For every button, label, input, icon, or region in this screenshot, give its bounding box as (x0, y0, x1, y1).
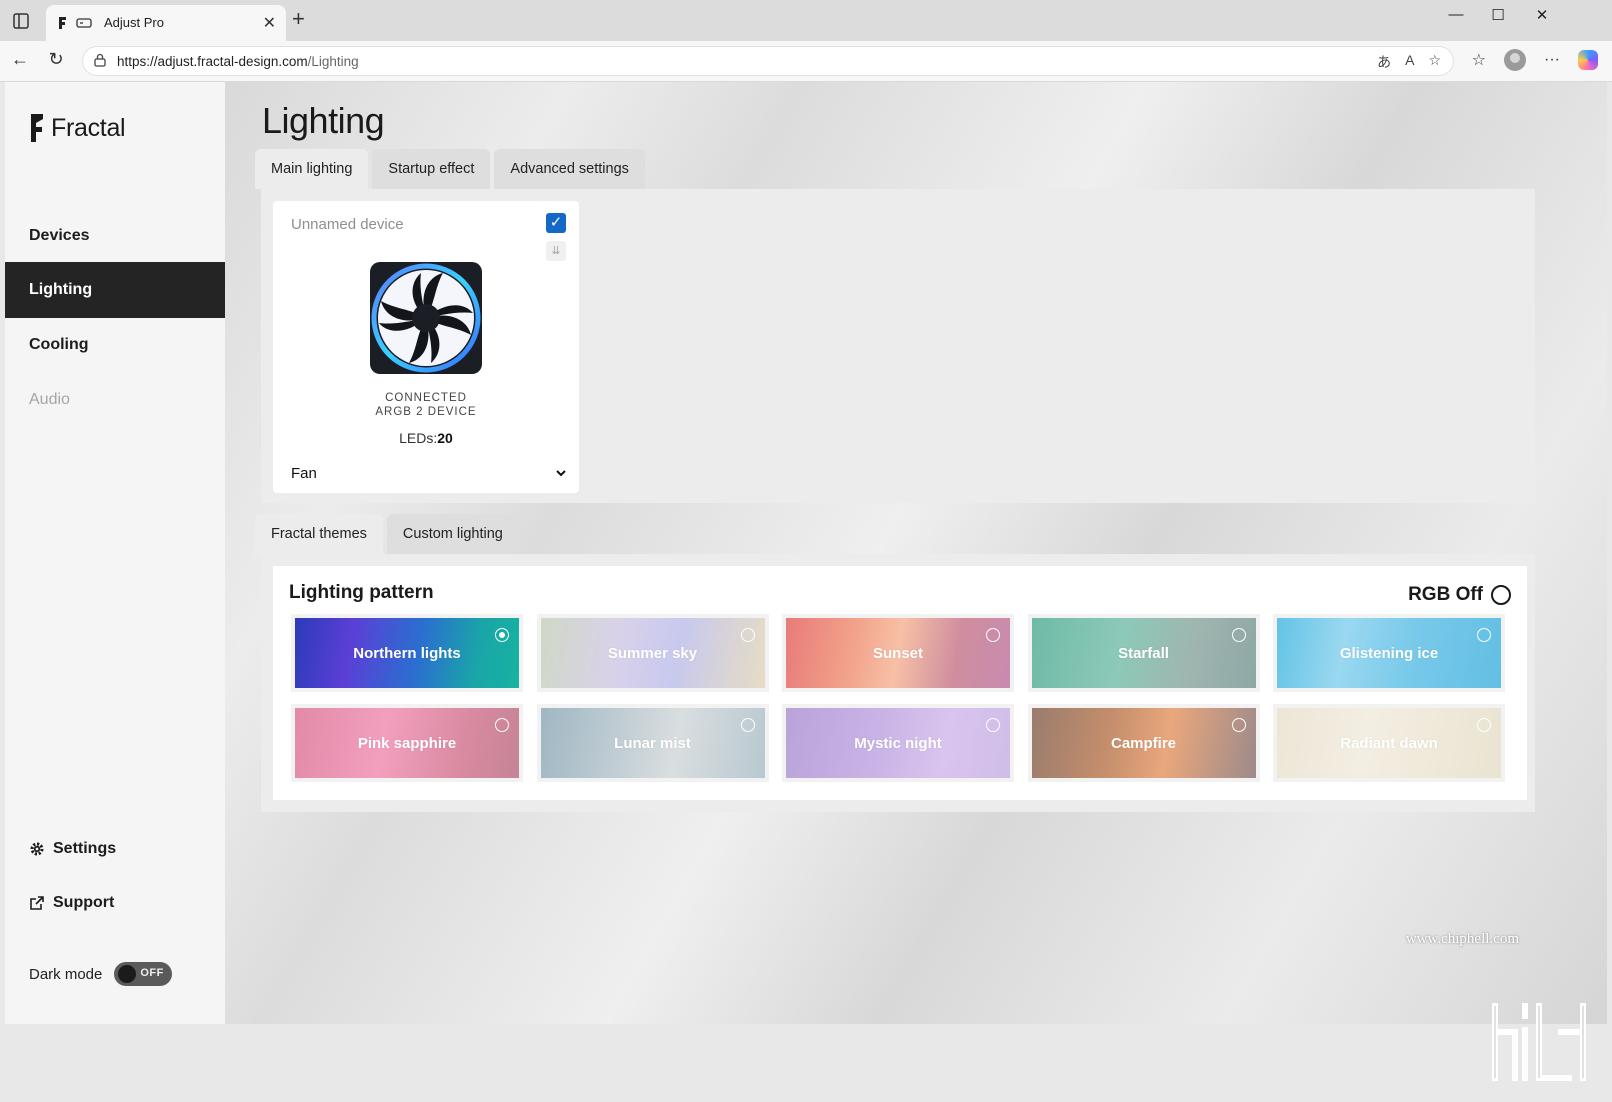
lighting-source-tabs: Fractal themes Custom lighting (255, 514, 519, 554)
minimize-button[interactable]: — (1436, 6, 1476, 23)
theme-label: Glistening ice (1339, 644, 1439, 662)
theme-radio[interactable] (1477, 628, 1491, 642)
collapse-icon[interactable]: ⇊ (546, 241, 566, 261)
theme-label: Campfire (1110, 734, 1177, 752)
theme-summer-sky[interactable]: Summer sky (536, 614, 769, 692)
theme-radio[interactable] (1231, 718, 1246, 732)
dark-mode-label: Dark mode (29, 965, 103, 983)
theme-mystic-night[interactable]: Mystic night (782, 704, 1014, 782)
fractal-logo: Fractal (29, 112, 126, 144)
tab-startup-effect[interactable]: Startup effect (372, 149, 491, 189)
theme-glistening-ice[interactable]: Glistening ice (1273, 614, 1505, 692)
url-text: https://adjust.fractal-design.com/Lighti… (117, 54, 359, 69)
support-link[interactable]: Support (29, 894, 114, 912)
tab-main-lighting[interactable]: Main lighting (255, 149, 369, 189)
watermark-text: www.chiphell.com (1405, 931, 1519, 947)
theme-lunar-mist[interactable]: Lunar mist (536, 704, 769, 782)
theme-label: Pink sapphire (357, 734, 457, 752)
dark-mode-toggle[interactable]: OFF (114, 962, 173, 986)
app-window: Fractal Devices Lighting Cooling Audio S… (0, 82, 1612, 1081)
url-input[interactable]: https://adjust.fractal-design.com/Lighti… (82, 46, 1454, 76)
browser-tabstrip: Adjust Pro ✕ + — ☐ ✕ (0, 0, 1612, 41)
theme-radio[interactable] (1477, 718, 1491, 732)
chevron-down-icon[interactable] (555, 467, 567, 479)
settings-link[interactable]: Settings (29, 840, 116, 858)
theme-radio[interactable] (495, 628, 509, 642)
fractal-logo-icon (31, 114, 43, 142)
browser-tab[interactable]: Adjust Pro ✕ (46, 5, 286, 41)
gear-icon (30, 842, 44, 856)
tab-advanced-settings[interactable]: Advanced settings (494, 149, 645, 189)
theme-pink-sapphire[interactable]: Pink sapphire (291, 704, 523, 782)
lighting-pattern-title: Lighting pattern (289, 582, 434, 603)
external-link-icon (30, 896, 44, 910)
theme-label: Sunset (872, 644, 923, 662)
device-status: CONNECTED (385, 392, 467, 404)
theme-radio[interactable] (495, 718, 509, 732)
theme-radio[interactable] (740, 718, 755, 732)
device-kind: ARGB 2 DEVICE (375, 406, 477, 418)
profile-avatar[interactable] (1504, 49, 1527, 71)
copilot-icon[interactable] (1578, 50, 1598, 70)
fractal-favicon-icon (59, 17, 66, 29)
lighting-mode-tabs: Main lighting Startup effect Advanced se… (255, 149, 645, 189)
dark-mode-setting: Dark mode OFF (29, 962, 173, 986)
gamepad-icon (76, 18, 92, 28)
sidebar: Fractal Devices Lighting Cooling Audio S… (5, 82, 225, 1024)
reload-button[interactable]: ↻ (44, 49, 68, 70)
sidebar-item-audio[interactable]: Audio (5, 372, 225, 428)
favorite-star-icon[interactable]: ☆ (1428, 52, 1441, 72)
translate-icon[interactable]: あ (1377, 52, 1391, 72)
theme-label: Starfall (1118, 644, 1169, 662)
device-name: Unnamed device (291, 216, 404, 233)
theme-label: Mystic night (854, 734, 942, 752)
read-aloud-icon[interactable]: A (1405, 52, 1414, 72)
chiphell-watermark (1492, 1003, 1586, 1081)
fan-image (370, 262, 482, 374)
theme-radiant-dawn[interactable]: Radiant dawn (1273, 704, 1505, 782)
close-window-button[interactable]: ✕ (1522, 6, 1562, 24)
lighting-pattern-card: Lighting pattern RGB Off Northern lights… (273, 566, 1527, 800)
tab-fractal-themes[interactable]: Fractal themes (255, 514, 383, 554)
device-type-select[interactable]: Fan (291, 465, 317, 482)
address-bar-row: ← ↻ https://adjust.fractal-design.com/Li… (0, 41, 1612, 82)
theme-radio[interactable] (740, 628, 755, 642)
theme-sunset[interactable]: Sunset (782, 614, 1014, 692)
main-content: Lighting Main lighting Startup effect Ad… (225, 82, 1607, 1081)
sidebar-item-lighting[interactable]: Lighting (5, 262, 225, 318)
theme-radio[interactable] (1231, 628, 1246, 642)
more-menu-icon[interactable]: ··· (1544, 51, 1560, 69)
led-count: LEDs:20 (399, 430, 453, 446)
theme-radio[interactable] (986, 628, 1000, 642)
favorites-icon[interactable]: ☆ (1472, 50, 1486, 70)
theme-label: Summer sky (607, 644, 698, 662)
new-tab-button[interactable]: + (292, 8, 305, 30)
sidebar-item-devices[interactable]: Devices (5, 208, 225, 264)
back-button[interactable]: ← (8, 49, 32, 70)
theme-label: Lunar mist (614, 734, 691, 752)
device-card[interactable]: Unnamed device ✓ ⇊ CONNECTED ARGB 2 DEVI… (273, 201, 579, 493)
theme-northern-lights[interactable]: Northern lights (291, 614, 523, 692)
close-tab-icon[interactable]: ✕ (263, 13, 276, 33)
theme-campfire[interactable]: Campfire (1027, 704, 1260, 782)
maximize-button[interactable]: ☐ (1478, 6, 1518, 24)
theme-starfall[interactable]: Starfall (1027, 614, 1260, 692)
page-title: Lighting (262, 100, 385, 141)
theme-label: Northern lights (353, 644, 461, 662)
tab-custom-lighting[interactable]: Custom lighting (386, 514, 519, 554)
rgb-off-option[interactable]: RGB Off (1408, 584, 1511, 606)
device-checkbox[interactable]: ✓ (546, 213, 566, 233)
sidebar-toggle-icon[interactable] (12, 12, 30, 30)
theme-label: Radiant dawn (1340, 734, 1438, 752)
theme-radio[interactable] (986, 718, 1000, 732)
sidebar-item-cooling[interactable]: Cooling (5, 317, 225, 373)
lock-icon[interactable] (93, 53, 107, 67)
rgb-off-radio[interactable] (1491, 585, 1511, 605)
tab-title: Adjust Pro (104, 15, 164, 30)
